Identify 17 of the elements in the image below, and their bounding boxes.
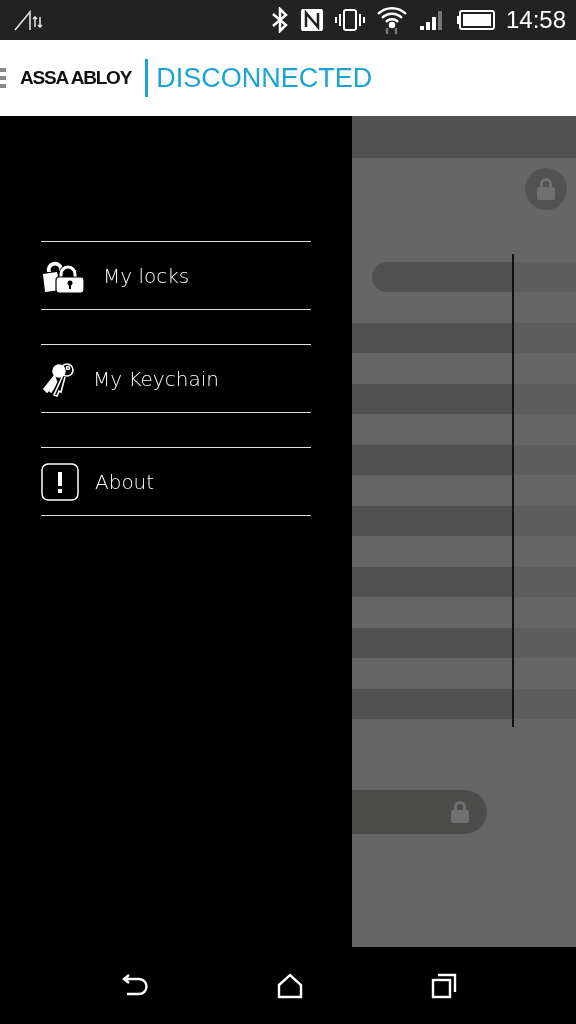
lock-icon	[536, 177, 556, 201]
menu-item[interactable]: My Keychain	[41, 344, 311, 413]
clock-time: 14:58	[505, 6, 566, 34]
keys-icon	[41, 360, 77, 397]
exclamation-icon	[41, 462, 79, 501]
nfc-icon	[299, 8, 324, 32]
menu-icon[interactable]	[0, 67, 6, 89]
signal-data-icon	[14, 9, 44, 31]
battery-icon	[455, 9, 496, 31]
connection-status: DISCONNECTED	[156, 62, 373, 94]
wifi-icon	[375, 5, 408, 35]
brand-logo: ASSA ABLOY	[20, 67, 132, 89]
vibrate-icon	[333, 8, 366, 32]
menu-item[interactable]: About	[41, 447, 311, 516]
title-separator	[145, 59, 149, 97]
lock-icon	[450, 800, 470, 824]
menu-item[interactable]: My locks	[41, 241, 311, 310]
